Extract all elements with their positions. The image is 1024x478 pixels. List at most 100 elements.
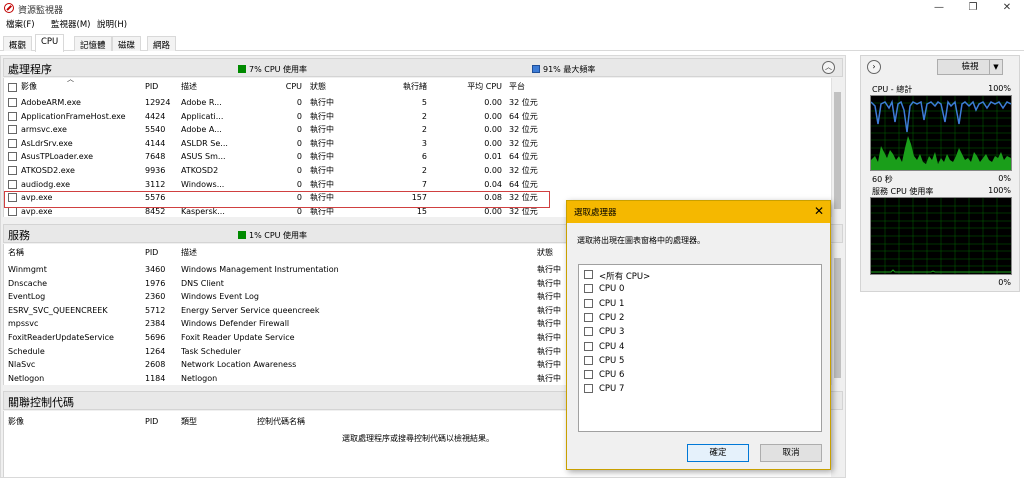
minimize-button[interactable]: — [922, 0, 956, 17]
max-frequency-swatch [532, 65, 540, 73]
process-row-checkbox[interactable] [8, 111, 17, 121]
tab-overview[interactable]: 概觀 [3, 36, 33, 51]
process-row[interactable]: ATKOSD2.exe 9936 ATKOSD2 0 執行中 2 0.00 32 位元 [4, 164, 832, 178]
process-cell: 0 [296, 111, 302, 121]
select-all-checkbox[interactable] [8, 83, 17, 92]
col-cpu[interactable]: CPU [284, 82, 302, 92]
col-handle-pid[interactable]: PID [145, 417, 158, 427]
processes-scrollbar-thumb[interactable] [834, 92, 841, 209]
process-cell: 0.00 [484, 138, 502, 148]
col-threads[interactable]: 執行緒 [399, 82, 427, 92]
service-cell: ESRV_SVC_QUEENCREEK [8, 305, 108, 315]
service-cell: mpssvc [8, 319, 39, 329]
processor-checkbox[interactable] [584, 284, 593, 294]
service-cell: 1264 [145, 346, 166, 356]
services-cpu-graph [870, 197, 1012, 275]
processor-item[interactable]: CPU 0 [582, 282, 762, 296]
col-average-cpu[interactable]: 平均 CPU [464, 82, 502, 92]
service-cell: Windows Management Instrumentation [181, 265, 339, 274]
process-row-checkbox[interactable] [8, 98, 17, 107]
processor-item[interactable]: CPU 6 [582, 368, 762, 382]
process-row[interactable]: AdobeARM.exe 12924 Adobe R... 0 執行中 5 0.00 32 位… [4, 96, 832, 110]
processor-item[interactable]: CPU 7 [582, 382, 762, 396]
col-description[interactable]: 描述 [181, 82, 197, 92]
resource-monitor-icon [4, 3, 14, 13]
service-cell: 2360 [145, 292, 166, 302]
collapse-processes-button[interactable]: ︿ [822, 61, 835, 74]
handles-title: 關聯控制代碼 [8, 396, 74, 409]
tab-network[interactable]: 網路 [147, 36, 177, 51]
process-cell: ASUS Sm... [181, 152, 226, 162]
processor-checkbox[interactable] [584, 298, 593, 308]
processes-cpu-usage: 7% CPU 使用率 [238, 64, 307, 75]
col-status[interactable]: 狀態 [310, 82, 326, 92]
process-row-checkbox[interactable] [8, 138, 17, 148]
processor-label: CPU 2 [599, 312, 625, 323]
expand-graph-panel-button[interactable]: › [867, 60, 881, 74]
process-row[interactable]: armsvc.exe 5540 Adobe A... 0 執行中 2 0.00 32 位元 [4, 123, 832, 137]
process-cell: 5540 [145, 125, 166, 135]
title-bar: 資源監視器 — ❐ ✕ [0, 0, 1024, 17]
menu-file[interactable]: 檔案(F) [6, 18, 35, 30]
processor-checkbox[interactable] [584, 341, 593, 351]
services-cpu-graph-canvas [871, 198, 1011, 274]
col-name[interactable]: 名稱 [8, 248, 24, 258]
process-cell: Windows... [181, 179, 225, 189]
col-service-status[interactable]: 狀態 [537, 248, 553, 258]
services-scrollbar-thumb[interactable] [834, 258, 841, 378]
processor-checkbox[interactable] [584, 370, 593, 380]
col-service-pid[interactable]: PID [145, 248, 158, 258]
process-cell: AsusTPLoader.exe [21, 152, 93, 162]
col-handle-type[interactable]: 類型 [181, 417, 197, 427]
process-cell: ApplicationFrameHost.exe [21, 111, 126, 121]
processor-item[interactable]: CPU 5 [582, 354, 762, 368]
processor-item[interactable]: CPU 2 [582, 311, 762, 325]
col-handle-name[interactable]: 控制代碼名稱 [257, 417, 305, 427]
tab-disk[interactable]: 磁碟 [112, 36, 142, 51]
process-row[interactable]: ApplicationFrameHost.exe 4424 Applicati...… [4, 110, 832, 124]
menu-help[interactable]: 說明(H) [97, 18, 127, 30]
processes-max-frequency: 91% 最大頻率 [532, 64, 595, 75]
process-row-checkbox[interactable] [8, 125, 17, 135]
processor-checkbox[interactable] [584, 327, 593, 337]
col-image[interactable]: 影像 [21, 82, 37, 92]
close-button[interactable]: ✕ [990, 0, 1024, 17]
processor-checkbox[interactable] [584, 270, 593, 279]
processor-item[interactable]: <所有 CPU> [582, 268, 762, 282]
col-handle-image[interactable]: 影像 [8, 417, 24, 427]
process-cell: 3112 [145, 179, 166, 189]
processor-item[interactable]: CPU 1 [582, 297, 762, 311]
process-cell: 0 [296, 98, 302, 107]
process-cell: Applicati... [181, 111, 224, 121]
tab-cpu[interactable]: CPU [35, 34, 65, 52]
col-service-description[interactable]: 描述 [181, 248, 197, 258]
cancel-button[interactable]: 取消 [760, 444, 822, 462]
view-dropdown-arrow-icon[interactable]: ▼ [989, 59, 1003, 75]
process-cell: 9936 [145, 166, 166, 175]
processor-checkbox[interactable] [584, 384, 593, 394]
col-pid[interactable]: PID [145, 82, 158, 92]
processor-item[interactable]: CPU 3 [582, 325, 762, 339]
services-scrollbar[interactable] [831, 244, 842, 385]
process-cell: 6 [421, 152, 427, 162]
processor-checkbox[interactable] [584, 355, 593, 365]
dialog-close-icon[interactable]: ✕ [814, 204, 824, 218]
process-row[interactable]: AsLdrSrv.exe 4144 ASLDR Se... 0 執行中 3 0.00 32 位… [4, 137, 832, 151]
processor-item[interactable]: CPU 4 [582, 340, 762, 354]
menu-monitor[interactable]: 監視器(M) [51, 18, 90, 30]
processor-checkbox[interactable] [584, 312, 593, 322]
maximize-button[interactable]: ❐ [956, 0, 990, 17]
processes-header[interactable]: 處理程序 7% CPU 使用率 91% 最大頻率 ︿ [3, 58, 843, 77]
col-platform[interactable]: 平台 [509, 82, 525, 92]
process-row[interactable]: AsusTPLoader.exe 7648 ASUS Sm... 0 執行中 6 0.01 6… [4, 150, 832, 164]
process-row[interactable]: audiodg.exe 3112 Windows... 0 執行中 7 0.04 64 位元 [4, 178, 832, 192]
process-row-checkbox[interactable] [8, 179, 17, 189]
ok-button[interactable]: 確定 [687, 444, 749, 462]
process-row-checkbox[interactable] [8, 152, 17, 162]
tab-memory[interactable]: 記憶體 [74, 36, 112, 51]
process-cell: 執行中 [310, 179, 334, 189]
processes-scrollbar[interactable] [831, 78, 842, 217]
process-row-checkbox[interactable] [8, 206, 17, 216]
service-cell: 5696 [145, 333, 166, 342]
process-row-checkbox[interactable] [8, 166, 17, 175]
